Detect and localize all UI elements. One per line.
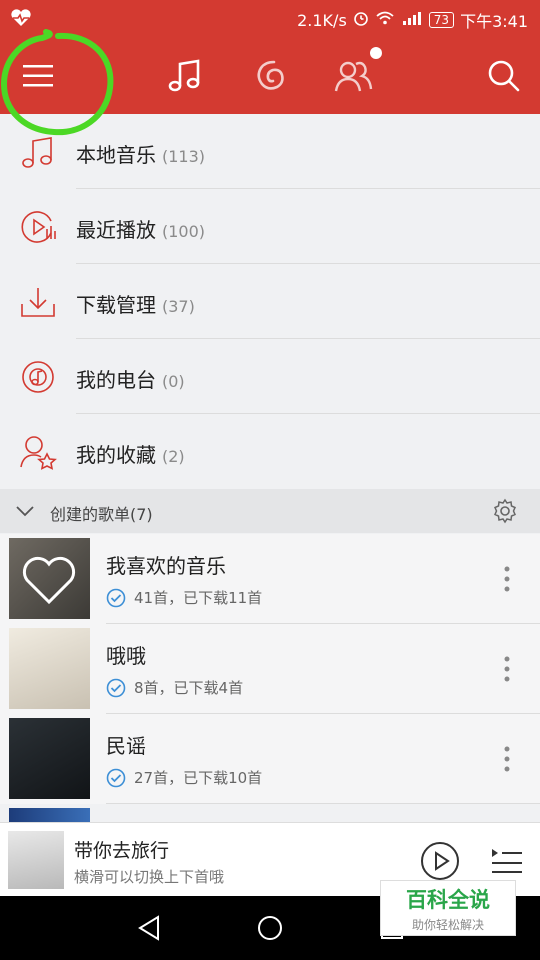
playlist-row-favorite-music[interactable]: 我喜欢的音乐 41首，已下载11首 — [0, 534, 540, 624]
more-options-icon[interactable] — [502, 564, 512, 594]
search-button[interactable] — [482, 54, 526, 98]
battery-level: 73 — [428, 12, 455, 28]
menu-row-count: (0) — [162, 372, 185, 391]
tab-friends[interactable] — [332, 54, 376, 98]
health-heart-icon — [10, 9, 32, 31]
tab-discover[interactable] — [248, 54, 292, 98]
menu-row-label: 本地音乐 (113) — [76, 143, 206, 167]
menu-row-local-music[interactable]: 本地音乐 (113) — [0, 114, 540, 189]
menu-row-recent-play[interactable]: 最近播放 (100) — [0, 189, 540, 264]
menu-row-radio[interactable]: 我的电台 (0) — [0, 339, 540, 414]
alarm-icon — [353, 10, 369, 30]
friends-icon — [334, 61, 373, 92]
radio-icon — [22, 361, 54, 393]
watermark-subtitle: 助你轻松解决 — [411, 918, 484, 932]
playlist-cover-partial — [9, 808, 90, 822]
gear-icon[interactable] — [492, 498, 518, 524]
playlist-name: 我喜欢的音乐 — [106, 554, 226, 578]
menu-row-label: 下载管理 (37) — [76, 293, 195, 317]
play-button[interactable] — [420, 841, 460, 881]
tab-my-music[interactable] — [162, 54, 206, 98]
search-icon — [488, 60, 520, 92]
now-playing-cover[interactable] — [8, 831, 64, 889]
netease-logo-icon — [257, 60, 284, 90]
playlist-name: 民谣 — [106, 734, 146, 758]
status-bar: 2.1K/s 73 下午3:41 — [0, 0, 540, 36]
music-note-icon — [22, 137, 52, 168]
now-playing-title: 带你去旅行 — [74, 840, 170, 862]
playlist-name: 哦哦 — [106, 644, 146, 668]
wifi-icon — [375, 10, 395, 30]
status-right-group: 2.1K/s 73 下午3:41 — [297, 8, 528, 32]
menu-row-count: (113) — [162, 147, 206, 166]
downloaded-check-icon — [106, 768, 126, 787]
home-button[interactable] — [256, 914, 284, 942]
hamburger-menu-button[interactable] — [16, 54, 60, 98]
favorite-user-star-icon — [20, 436, 57, 470]
chevron-down-icon[interactable] — [14, 502, 36, 520]
now-playing-hint: 横滑可以切换上下首哦 — [74, 868, 225, 886]
playlist-meta: 41首，已下载11首 — [106, 587, 262, 608]
playlist-cover — [9, 718, 90, 799]
playlist-meta: 27首，已下载10首 — [106, 767, 262, 788]
playlist-cover — [9, 628, 90, 709]
downloaded-check-icon — [106, 678, 126, 697]
playlist-meta: 8首，已下载4首 — [106, 677, 243, 698]
network-speed: 2.1K/s — [297, 10, 347, 30]
section-title: 创建的歌单(7) — [50, 505, 153, 524]
download-icon — [21, 288, 55, 317]
notification-dot — [370, 47, 382, 59]
clock: 下午3:41 — [460, 12, 528, 31]
recent-play-icon — [21, 211, 56, 243]
menu-row-favorites[interactable]: 我的收藏 (2) — [0, 414, 540, 489]
watermark-logo: 百科全说 助你轻松解决 — [380, 880, 516, 936]
hamburger-icon — [23, 65, 53, 87]
playlist-row-oo[interactable]: 哦哦 8首，已下载4首 — [0, 624, 540, 714]
back-button[interactable] — [136, 914, 164, 942]
heart-icon — [22, 556, 76, 605]
playlist-row-folk[interactable]: 民谣 27首，已下载10首 — [0, 714, 540, 804]
menu-row-label: 我的收藏 (2) — [76, 443, 185, 467]
divider — [106, 803, 540, 804]
more-options-icon[interactable] — [502, 744, 512, 774]
signal-icon — [401, 10, 423, 30]
menu-row-download[interactable]: 下载管理 (37) — [0, 264, 540, 339]
music-note-icon — [168, 59, 200, 92]
menu-row-label: 我的电台 (0) — [76, 368, 185, 392]
menu-row-count: (2) — [162, 447, 185, 466]
created-playlists-header[interactable]: 创建的歌单(7) — [0, 489, 540, 533]
playlist-cover — [9, 538, 90, 619]
menu-row-label: 最近播放 (100) — [76, 218, 206, 242]
playlist-queue-icon[interactable] — [490, 845, 524, 877]
downloaded-check-icon — [106, 588, 126, 607]
watermark-title: 百科全说 — [406, 888, 490, 912]
menu-row-count: (37) — [162, 297, 195, 316]
more-options-icon[interactable] — [502, 654, 512, 684]
menu-row-count: (100) — [162, 222, 206, 241]
